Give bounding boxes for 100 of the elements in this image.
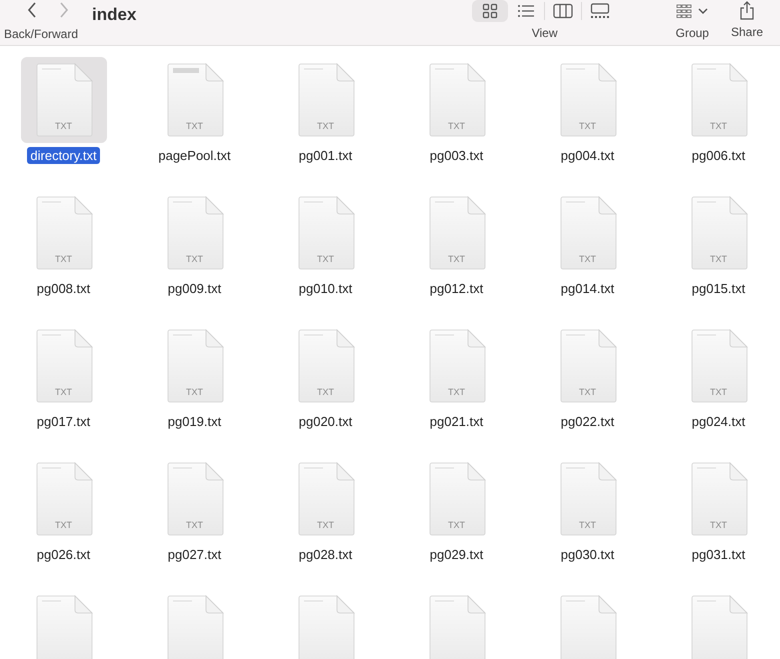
file-type-label: TXT [448,387,465,397]
document-icon [166,63,224,137]
file-type-label: TXT [186,387,203,397]
document-icon [690,329,748,403]
file-type-label: TXT [579,520,596,530]
file-name[interactable]: pg010.txt [296,280,356,297]
file-icon-tile[interactable]: TXT [544,190,630,276]
view-mode-button[interactable] [472,0,508,22]
file-icon-tile[interactable]: TXT [282,323,368,409]
file-name[interactable]: pg009.txt [164,280,224,297]
file-type-label: TXT [317,121,334,131]
file-type-label: TXT [710,254,727,264]
toolbar-label: View [532,26,558,40]
file-icon-tile[interactable]: TXT [282,456,368,542]
file-name[interactable]: directory.txt [27,147,100,164]
group-grid-icon [676,4,692,18]
document-icon [34,462,92,536]
document-icon [428,462,486,536]
file-name[interactable]: pg027.txt [164,546,224,563]
file-icon-tile[interactable]: TXT [414,190,500,276]
file-icon-tile[interactable]: TXT [414,456,500,542]
file-name[interactable]: pg030.txt [558,546,618,563]
file-icon-tile[interactable]: TXT [282,57,368,143]
file-icon-tile[interactable]: TXT [152,190,238,276]
file-type-label: TXT [317,520,334,530]
document-icon [558,329,616,403]
file-name[interactable]: pg024.txt [688,413,748,430]
file-icon-tile[interactable]: TXT [544,57,630,143]
list-icon [516,4,535,18]
document-icon [558,63,616,137]
file-name[interactable]: pg008.txt [34,280,94,297]
document-icon [558,462,616,536]
file-icon-tile[interactable]: TXT [152,57,238,143]
file-type-label: TXT [186,254,203,264]
file-name[interactable]: pg021.txt [426,413,486,430]
document-icon [296,196,354,270]
file-name[interactable]: pg017.txt [34,413,94,430]
document-icon [428,63,486,137]
file-type-label: TXT [448,121,465,131]
file-type-label: TXT [55,121,72,131]
file-name[interactable]: pg001.txt [296,147,356,164]
file-type-label: TXT [579,387,596,397]
window-title: index [92,5,136,25]
file-name[interactable]: pg026.txt [34,546,94,563]
file-icon-tile[interactable]: TXT [414,323,500,409]
gallery-icon [590,3,610,19]
file-type-label: TXT [710,121,727,131]
file-icon-tile[interactable]: TXT [544,456,630,542]
file-name[interactable]: pg028.txt [296,546,356,563]
file-type-label: TXT [55,387,72,397]
document-icon [166,196,224,270]
back-chevron-icon[interactable] [27,2,37,18]
file-icon-tile[interactable]: TXT [676,57,762,143]
file-icon-tile[interactable]: TXT [20,456,106,542]
file-icon-tile[interactable]: TXT [414,57,500,143]
file-name[interactable]: pg015.txt [688,280,748,297]
file-icon-tile[interactable]: TXT [20,323,106,409]
file-type-label: TXT [579,121,596,131]
file-name[interactable]: pg031.txt [688,546,748,563]
document-icon [690,63,748,137]
share-icon[interactable] [738,1,755,21]
document-icon [558,595,616,659]
document-icon [296,63,354,137]
toolbar-label: Share [730,25,763,39]
file-icon-tile[interactable]: TXT [152,323,238,409]
file-name[interactable]: pg014.txt [558,280,618,297]
file-type-label: TXT [317,254,334,264]
file-type-label: TXT [710,387,727,397]
file-icon-tile[interactable]: TXT [20,57,106,143]
file-name[interactable]: pg029.txt [426,546,486,563]
file-type-label: TXT [317,387,334,397]
document-icon [296,595,354,659]
document-icon [558,196,616,270]
file-name[interactable]: pg004.txt [558,147,618,164]
document-icon [166,462,224,536]
file-icon-tile[interactable]: TXT [282,190,368,276]
file-name[interactable]: pagePool.txt [155,147,234,164]
document-icon [296,462,354,536]
toolbar-label: Back/Forward [4,27,78,41]
file-name[interactable]: pg022.txt [558,413,618,430]
document-icon [166,595,224,659]
document-icon [690,462,748,536]
file-name[interactable]: pg003.txt [426,147,486,164]
file-name[interactable]: pg012.txt [426,280,486,297]
file-icon-tile[interactable]: TXT [676,190,762,276]
file-name[interactable]: pg019.txt [164,413,224,430]
document-icon [34,196,92,270]
file-icon-tile[interactable]: TXT [676,456,762,542]
document-icon [34,329,92,403]
document-icon [34,595,92,659]
file-type-label: TXT [55,254,72,264]
document-icon [690,595,748,659]
file-icon-tile[interactable]: TXT [544,323,630,409]
file-icon-tile[interactable]: TXT [152,456,238,542]
file-icon-tile[interactable]: TXT [676,323,762,409]
toolbar-label: Group [676,26,709,40]
file-type-label: TXT [448,520,465,530]
file-icon-tile[interactable]: TXT [20,190,106,276]
file-name[interactable]: pg006.txt [688,147,748,164]
file-name[interactable]: pg020.txt [296,413,356,430]
